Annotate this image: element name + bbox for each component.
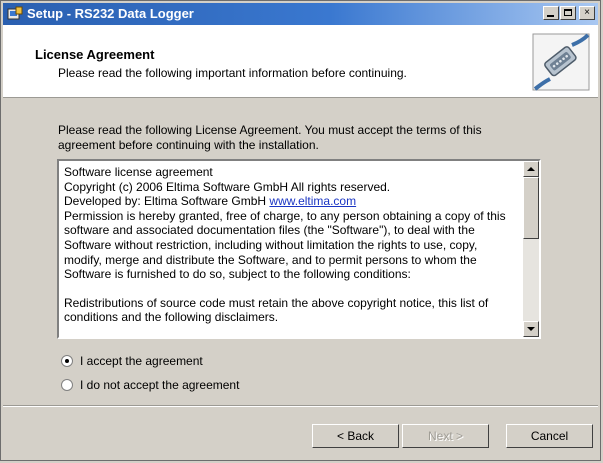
license-line: Developed by: Eltima Software GmbH www.e… xyxy=(64,194,518,209)
page-subtitle: Please read the following important info… xyxy=(58,66,407,80)
accept-label[interactable]: I accept the agreement xyxy=(80,354,203,368)
arrow-down-icon xyxy=(527,327,535,331)
license-paragraph: Permission is hereby granted, free of ch… xyxy=(64,208,506,282)
arrow-up-icon xyxy=(527,167,535,171)
minimize-icon[interactable] xyxy=(543,6,559,20)
scroll-up-button[interactable] xyxy=(523,161,539,177)
setup-app-icon xyxy=(7,6,23,20)
radio-selected-dot xyxy=(65,359,69,363)
license-line: Copyright (c) 2006 Eltima Software GmbH … xyxy=(64,179,391,194)
intro-text: Please read the following License Agreem… xyxy=(58,123,482,152)
next-button: Next > xyxy=(402,424,489,448)
decline-option[interactable]: I do not accept the agreement xyxy=(61,378,239,392)
scroll-down-button[interactable] xyxy=(523,321,539,337)
decline-radio[interactable] xyxy=(61,379,73,391)
license-line: Software license agreement xyxy=(64,165,213,179)
close-icon[interactable]: × xyxy=(579,6,595,20)
page-title: License Agreement xyxy=(35,47,155,62)
scroll-thumb[interactable] xyxy=(523,177,539,239)
accept-option[interactable]: I accept the agreement xyxy=(61,354,203,368)
maximize-icon[interactable] xyxy=(560,6,576,20)
setup-window: Setup - RS232 Data Logger × License Agre… xyxy=(0,0,601,461)
title-bar[interactable]: Setup - RS232 Data Logger × xyxy=(3,3,598,25)
serial-cable-icon xyxy=(532,33,590,91)
license-scrollbar[interactable] xyxy=(523,161,539,337)
license-text: Software license agreement Copyright (c)… xyxy=(61,163,521,335)
license-textbox[interactable]: Software license agreement Copyright (c)… xyxy=(57,159,541,339)
decline-label[interactable]: I do not accept the agreement xyxy=(80,378,239,392)
developer-text: Developed by: Eltima Software GmbH xyxy=(64,194,270,209)
eltima-link[interactable]: www.eltima.com xyxy=(269,194,356,208)
accept-radio[interactable] xyxy=(61,355,73,367)
footer-divider xyxy=(3,405,598,407)
license-paragraph: Redistributions of source code must reta… xyxy=(64,295,489,325)
back-button[interactable]: < Back xyxy=(312,424,399,448)
wizard-header: License Agreement Please read the follow… xyxy=(3,25,598,98)
cancel-button[interactable]: Cancel xyxy=(506,424,593,448)
window-title: Setup - RS232 Data Logger xyxy=(27,6,194,21)
